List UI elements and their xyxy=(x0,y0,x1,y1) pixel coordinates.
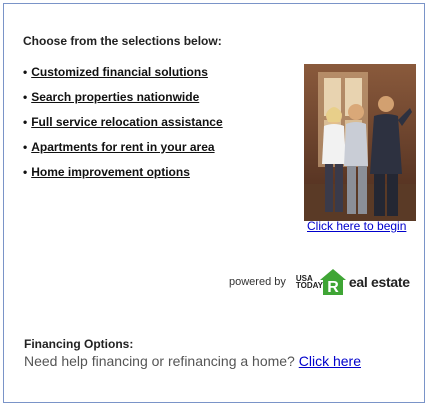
selection-panel: Choose from the selections below: • Custo… xyxy=(3,3,425,403)
financing-options-title: Financing Options: xyxy=(24,337,134,351)
link-home-improvement[interactable]: Home improvement options xyxy=(31,165,190,179)
link-apartments-for-rent[interactable]: Apartments for rent in your area xyxy=(31,140,214,154)
couple-with-realtor-photo[interactable] xyxy=(304,64,416,221)
link-financial-solutions[interactable]: Customized financial solutions xyxy=(31,65,208,79)
photo-illustration xyxy=(304,64,416,221)
list-item: • Home improvement options xyxy=(23,164,223,189)
financing-description: Need help financing or refinancing a hom… xyxy=(24,351,404,372)
panel-heading: Choose from the selections below: xyxy=(23,34,222,48)
real-estate-wordmark: eal estate xyxy=(348,274,410,290)
list-item: • Apartments for rent in your area xyxy=(23,139,223,164)
list-item: • Full service relocation assistance xyxy=(23,114,223,139)
bullet: • xyxy=(23,115,28,129)
powered-by-text: powered by xyxy=(229,276,286,288)
financing-text: Need help financing or refinancing a hom… xyxy=(24,353,299,369)
financing-click-here-link[interactable]: Click here xyxy=(299,353,361,369)
powered-by-banner[interactable]: powered by USA TODAY R eal estate xyxy=(229,264,423,300)
list-item: • Customized financial solutions xyxy=(23,64,223,89)
selection-list: • Customized financial solutions • Search … xyxy=(23,64,223,189)
usa-today-logo: USA TODAY xyxy=(295,274,323,290)
bullet: • xyxy=(23,90,28,104)
bullet: • xyxy=(23,140,28,154)
bullet: • xyxy=(23,65,28,79)
link-relocation-assistance[interactable]: Full service relocation assistance xyxy=(31,115,222,129)
link-search-properties[interactable]: Search properties nationwide xyxy=(31,90,199,104)
bullet: • xyxy=(23,165,28,179)
green-house-r-icon: R xyxy=(319,269,346,296)
list-item: • Search properties nationwide xyxy=(23,89,223,114)
click-here-to-begin-link[interactable]: Click here to begin xyxy=(307,220,407,233)
brand-letter: R xyxy=(327,279,339,296)
